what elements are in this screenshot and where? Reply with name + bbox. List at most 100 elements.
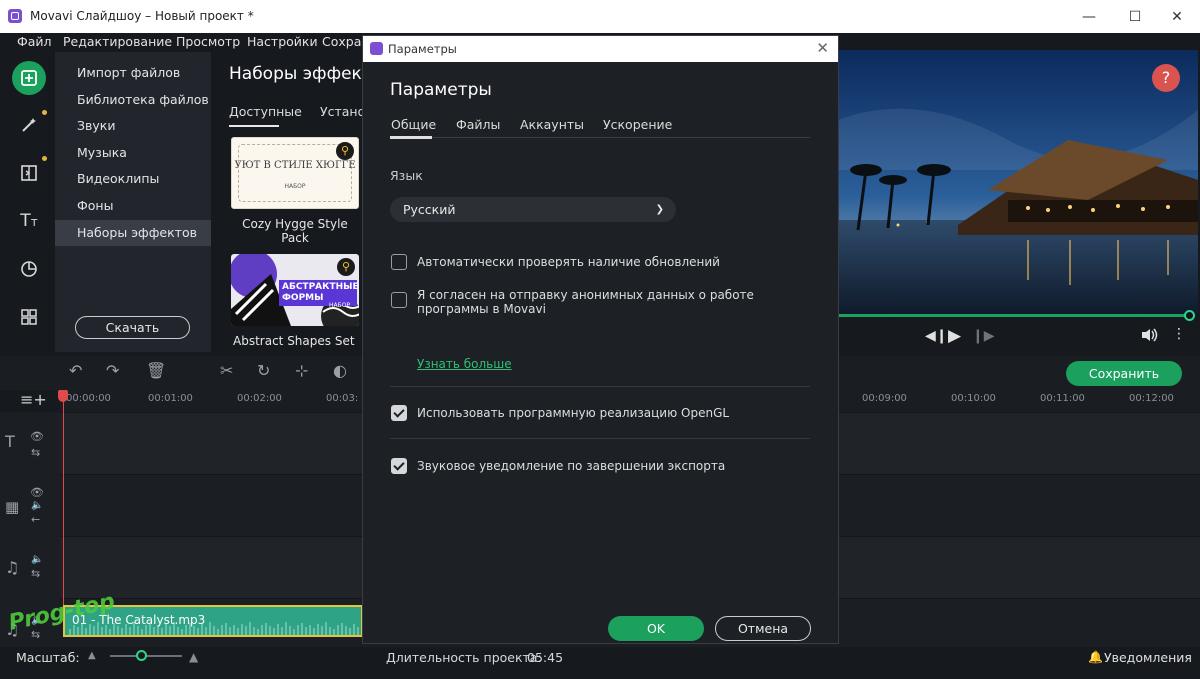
download-button[interactable]: Скачать: [75, 316, 190, 339]
ok-button[interactable]: OK: [608, 616, 704, 641]
tabs-divider: [390, 137, 810, 138]
help-button[interactable]: ?: [1152, 64, 1180, 92]
redo-icon[interactable]: ↷: [106, 361, 119, 380]
tab-files[interactable]: Файлы: [456, 117, 500, 132]
cancel-button[interactable]: Отмена: [715, 616, 811, 641]
pack-thumb-text: УЮТ В СТИЛЕ ХЮГГЕ: [234, 160, 356, 171]
magic-wand-icon[interactable]: [12, 108, 46, 142]
dialog-heading: Параметры: [390, 80, 492, 100]
ruler-tick: 00:09:00: [862, 393, 907, 404]
title-bar: Movavi Слайдшоу – Новый проект * — ☐ ✕: [0, 0, 1200, 33]
ruler-tick: 00:11:00: [1040, 393, 1085, 404]
menu-edit[interactable]: Редактирование: [63, 34, 172, 49]
ruler-tick: 00:12:00: [1129, 393, 1174, 404]
effects-panel: Наборы эффект Доступные Устано УЮТ В СТИ…: [211, 52, 371, 352]
dialog-title-bar: Параметры ✕: [363, 36, 838, 62]
duration-value: 05:45: [527, 650, 564, 665]
pack-badge: НАБОР: [329, 302, 351, 309]
status-bar: Масштаб: ▲ ▲ Длительность проекта: 05:45…: [0, 647, 1200, 679]
arrow-left-icon[interactable]: ←: [31, 513, 81, 526]
sidemenu-file-library[interactable]: Библиотека файлов: [55, 87, 211, 113]
transitions-icon[interactable]: [12, 156, 46, 190]
close-icon[interactable]: ✕: [1154, 0, 1200, 33]
delete-icon[interactable]: 🗑: [146, 361, 166, 380]
video-preview[interactable]: [838, 50, 1198, 315]
undo-icon[interactable]: ↶: [69, 361, 82, 380]
menu-settings[interactable]: Настройки: [247, 34, 318, 49]
save-button[interactable]: Сохранить: [1066, 361, 1182, 386]
next-frame-icon[interactable]: ❙▶: [972, 328, 995, 344]
export-sound-label[interactable]: Звуковое уведомление по завершении экспо…: [417, 459, 817, 473]
link-icon[interactable]: ⇆: [31, 446, 81, 459]
effect-pack-thumb[interactable]: АБСТРАКТНЫЕ ФОРМЫ НАБОР ⚲: [231, 254, 359, 326]
effect-pack-caption: Abstract Shapes Set: [233, 334, 355, 348]
menu-save[interactable]: Сохра: [322, 34, 361, 49]
dialog-close-icon[interactable]: ✕: [816, 39, 829, 57]
cut-icon[interactable]: ✂: [220, 361, 233, 380]
zoom-in-icon[interactable]: ▲: [189, 650, 198, 664]
sidemenu-backgrounds[interactable]: Фоны: [55, 193, 211, 219]
add-track-icon[interactable]: ≡+: [20, 390, 47, 409]
zoom-out-icon[interactable]: ▲: [88, 650, 96, 661]
export-sound-checkbox[interactable]: [391, 458, 407, 474]
more-options-icon[interactable]: ⋮: [1172, 326, 1186, 342]
sidemenu-import-files[interactable]: Импорт файлов: [55, 60, 211, 86]
sidemenu-videoclips[interactable]: Видеоклипы: [55, 166, 211, 192]
menu-file[interactable]: Файл: [17, 34, 52, 49]
app-window: Movavi Слайдшоу – Новый проект * — ☐ ✕ Ф…: [0, 0, 1200, 679]
language-select[interactable]: Русский ❯: [390, 197, 676, 222]
zoom-label: Масштаб:: [16, 650, 80, 665]
key-icon: ⚲: [336, 142, 354, 160]
prev-frame-icon[interactable]: ◀❙: [925, 328, 948, 344]
tab-accounts[interactable]: Аккаунты: [520, 117, 584, 132]
tab-available[interactable]: Доступные: [229, 104, 302, 119]
anonymous-data-label[interactable]: Я согласен на отправку анонимных данных …: [417, 288, 807, 316]
auto-update-checkbox[interactable]: [391, 254, 407, 270]
divider: [390, 438, 810, 439]
effect-pack-caption: Cozy Hygge Style Pack: [242, 217, 348, 245]
anonymous-data-checkbox[interactable]: [391, 292, 407, 308]
eye-icon[interactable]: 👁: [30, 486, 80, 499]
playhead-marker[interactable]: [58, 390, 68, 402]
effects-title: Наборы эффект: [229, 64, 371, 84]
stickers-icon[interactable]: [12, 252, 46, 286]
settings-dialog: Параметры ✕ Параметры Общие Файлы Аккаун…: [362, 35, 839, 644]
notifications-link[interactable]: Уведомления: [1104, 650, 1192, 665]
effect-pack-thumb[interactable]: УЮТ В СТИЛЕ ХЮГГЕ НАБОР ⚲: [231, 137, 359, 209]
tab-acceleration[interactable]: Ускорение: [603, 117, 672, 132]
window-title: Movavi Слайдшоу – Новый проект *: [30, 9, 254, 23]
mute-icon[interactable]: 🔈: [31, 500, 81, 511]
learn-more-link[interactable]: Узнать больше: [417, 357, 512, 371]
more-tools-icon[interactable]: [12, 300, 46, 334]
key-icon: ⚲: [337, 258, 355, 276]
eye-icon[interactable]: 👁: [30, 430, 80, 443]
bell-icon[interactable]: 🔔: [1088, 650, 1103, 664]
opengl-checkbox[interactable]: [391, 405, 407, 421]
crop-icon[interactable]: ⊹: [295, 361, 308, 380]
playhead-line[interactable]: [63, 392, 64, 622]
progress-handle[interactable]: [1184, 310, 1195, 321]
ruler-tick: 00:01:00: [148, 393, 193, 404]
color-adjust-icon[interactable]: ◐: [333, 361, 347, 380]
sidemenu-sounds[interactable]: Звуки: [55, 113, 211, 139]
maximize-icon[interactable]: ☐: [1112, 0, 1158, 33]
preview-progress-bar[interactable]: [838, 314, 1190, 317]
link-icon[interactable]: ⇆: [31, 567, 81, 580]
sidemenu-music[interactable]: Музыка: [55, 140, 211, 166]
menu-view[interactable]: Просмотр: [176, 34, 240, 49]
auto-update-label[interactable]: Автоматически проверять наличие обновлен…: [417, 255, 817, 269]
opengl-label[interactable]: Использовать программную реализацию Open…: [417, 406, 817, 420]
new-badge-icon: [42, 110, 47, 115]
import-icon[interactable]: [12, 61, 46, 95]
duration-label: Длительность проекта:: [386, 650, 542, 665]
mute-icon[interactable]: 🔈: [31, 554, 81, 565]
play-icon[interactable]: ▶: [948, 326, 961, 346]
zoom-slider-handle[interactable]: [136, 650, 147, 661]
tab-installed[interactable]: Устано: [320, 104, 365, 119]
sidemenu-effect-packs[interactable]: Наборы эффектов: [55, 220, 211, 246]
minimize-icon[interactable]: —: [1066, 0, 1112, 33]
titles-icon[interactable]: Tт: [12, 204, 46, 238]
tab-general[interactable]: Общие: [391, 117, 436, 132]
rotate-icon[interactable]: ↻: [257, 361, 270, 380]
volume-icon[interactable]: [1140, 327, 1158, 347]
